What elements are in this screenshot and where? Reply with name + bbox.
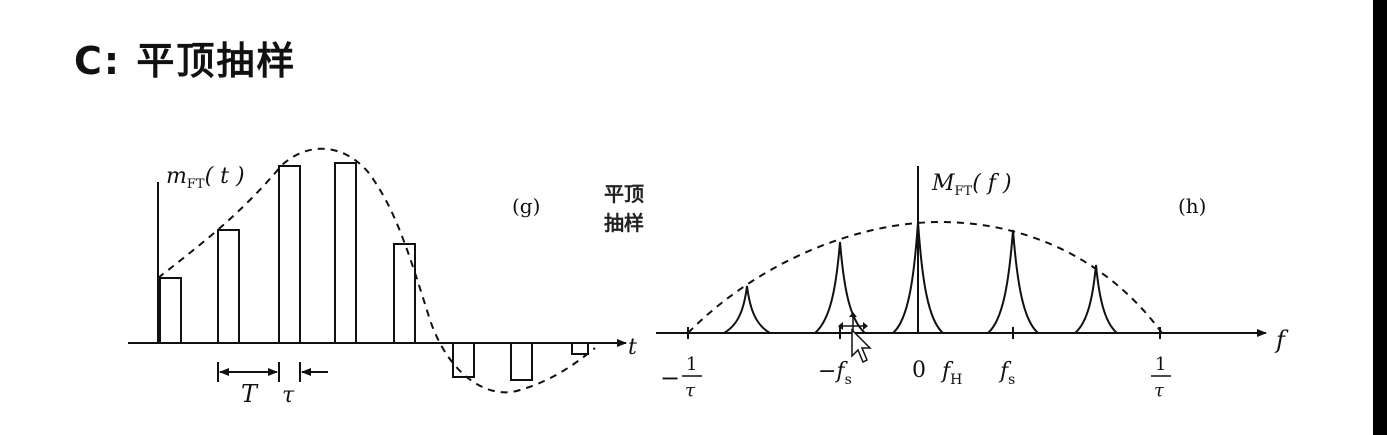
flat-top-pulse [334,162,357,344]
right-dashed-envelope [687,220,1163,334]
left-x-axis-label: t [628,335,637,360]
flat-top-pulse [278,165,301,344]
flat-top-pulse [159,277,182,344]
fh-label: fH [940,359,962,388]
spectrum-lobe [987,229,1039,334]
left-y-label: mFT( t ) [166,164,245,192]
inv-tau-den: τ [1154,380,1165,401]
fs-label: fs [998,359,1015,388]
inv-tau-num: 1 [1155,354,1166,375]
neg-inv-tau-sign: − [660,364,680,392]
sampling-diagram: mFT( t ) (g) t T τ MFT(f) (h) f − 1 τ … [128,147,1289,408]
time-domain-plot: mFT( t ) (g) t T τ [128,147,637,408]
right-edge-bar [1373,0,1387,435]
spectrum-lobe [1074,264,1118,334]
flat-top-pulse [217,229,240,344]
right-panel-tag: (h) [1178,194,1207,218]
neg-inv-tau-den: τ [685,380,696,401]
right-y-label: MFT( f ) [931,171,1012,199]
period-label: T [241,380,259,408]
flat-top-pulse [393,243,416,344]
flat-top-pulse [571,342,589,355]
width-label: τ [282,383,295,408]
right-x-axis-label: f [1274,326,1289,354]
neg-fs-label: −fs [818,359,852,388]
flat-top-pulse [510,342,533,381]
slide-page: C: 平顶抽样 平顶 抽样 mFT(t) (g) t T τ MFT(f … [0,0,1387,435]
neg-inv-tau-num: 1 [686,354,697,375]
left-panel-tag: (g) [512,194,540,218]
frequency-domain-plot: MFT( f ) (h) f − 1 τ −fs 0 fH fs 1 τ [656,166,1289,401]
zero-label: 0 [912,358,926,383]
flat-top-pulse [452,342,475,378]
spectrum-lobe [723,285,771,334]
spectrum-lobe [814,241,866,334]
